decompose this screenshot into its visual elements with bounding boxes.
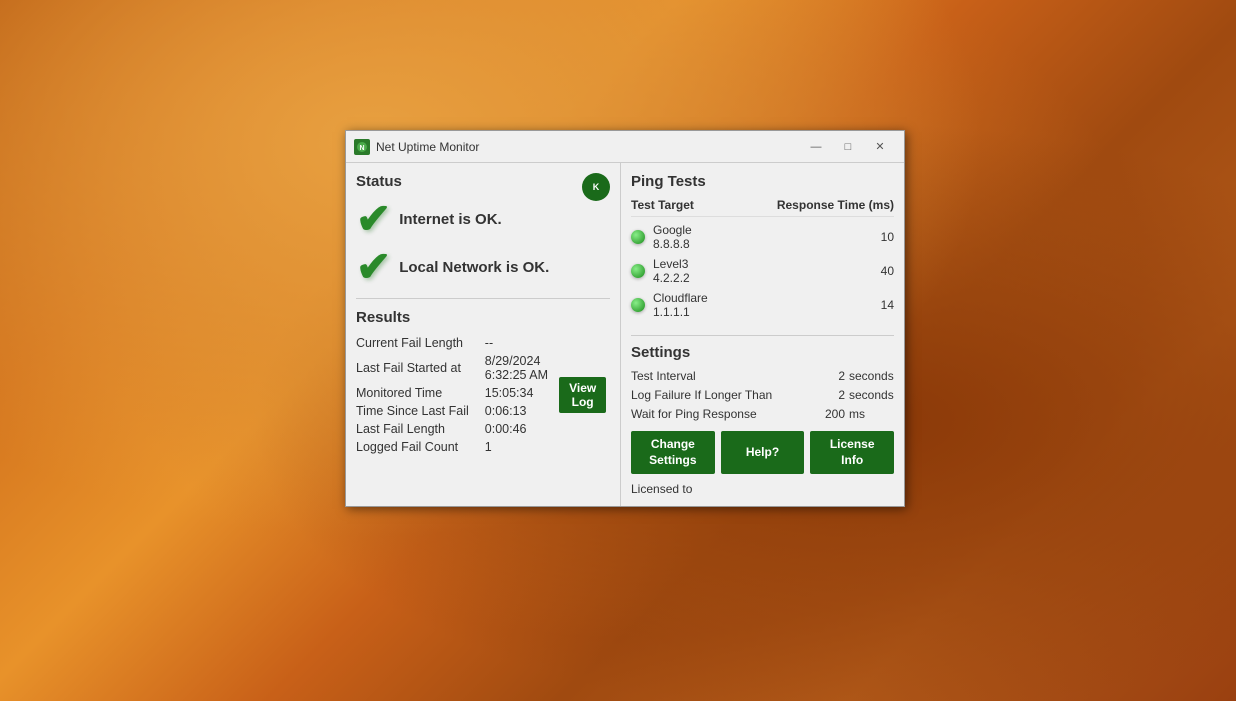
titlebar: N Net Uptime Monitor — □ ✕ <box>346 131 904 163</box>
settings-title: Settings <box>631 344 894 361</box>
left-panel: Status K ✔ Internet is OK. ✔ Local Netwo… <box>346 163 621 506</box>
internet-status-text: Internet is OK. <box>399 211 502 228</box>
wait-ping-row: Wait for Ping Response 200 ms <box>631 407 894 421</box>
test-interval-label: Test Interval <box>631 369 815 383</box>
level3-status-dot <box>631 264 645 278</box>
right-panel: Ping Tests Test Target Response Time (ms… <box>621 163 904 506</box>
minimize-button[interactable]: — <box>800 137 832 157</box>
ping-row-level3: Level3 4.2.2.2 40 <box>631 257 894 285</box>
local-checkmark: ✔ <box>356 246 391 288</box>
log-failure-unit: seconds <box>849 388 894 402</box>
cloudflare-response: 14 <box>864 298 894 312</box>
wait-ping-unit: ms <box>849 407 894 421</box>
license-info-button[interactable]: LicenseInfo <box>810 431 894 474</box>
window-title: Net Uptime Monitor <box>376 140 800 154</box>
ping-row-google: Google 8.8.8.8 10 <box>631 223 894 251</box>
time-since-fail-value: 0:06:13 <box>477 402 553 420</box>
help-button[interactable]: Help? <box>721 431 805 474</box>
ping-header: Test Target Response Time (ms) <box>631 198 894 217</box>
results-title: Results <box>356 309 610 326</box>
ping-tests-title: Ping Tests <box>631 173 894 190</box>
svg-text:K: K <box>593 182 600 192</box>
close-button[interactable]: ✕ <box>864 137 896 157</box>
current-fail-row: Current Fail Length -- ViewLog <box>356 334 610 352</box>
settings-section: Settings Test Interval 2 seconds Log Fai… <box>631 344 894 496</box>
ping-row-cloudflare: Cloudflare 1.1.1.1 14 <box>631 291 894 319</box>
app-icon: N <box>354 139 370 155</box>
current-fail-value: -- <box>477 334 553 352</box>
test-interval-unit: seconds <box>849 369 894 383</box>
log-failure-value: 2 <box>815 388 845 402</box>
monitored-time-value: 15:05:34 <box>477 384 553 402</box>
status-badge: K <box>582 173 610 201</box>
results-table: Current Fail Length -- ViewLog Last Fail… <box>356 334 610 456</box>
logged-fail-count-value: 1 <box>477 438 553 456</box>
ping-col-target: Test Target <box>631 198 694 212</box>
cloudflare-target: Cloudflare 1.1.1.1 <box>653 291 864 319</box>
test-interval-value: 2 <box>815 369 845 383</box>
ping-col-response: Response Time (ms) <box>777 198 894 212</box>
log-failure-label: Log Failure If Longer Than <box>631 388 815 402</box>
licensed-to: Licensed to <box>631 482 894 496</box>
google-status-dot <box>631 230 645 244</box>
window-content: Status K ✔ Internet is OK. ✔ Local Netwo… <box>346 163 904 506</box>
wait-ping-label: Wait for Ping Response <box>631 407 815 421</box>
window-controls: — □ ✕ <box>800 137 896 157</box>
last-fail-length-label: Last Fail Length <box>356 420 477 438</box>
log-failure-row: Log Failure If Longer Than 2 seconds <box>631 388 894 402</box>
status-section: Status K ✔ Internet is OK. ✔ Local Netwo… <box>356 173 610 299</box>
status-items: ✔ Internet is OK. ✔ Local Network is OK. <box>356 198 610 288</box>
logged-fail-count-label: Logged Fail Count <box>356 438 477 456</box>
local-status-text: Local Network is OK. <box>399 259 549 276</box>
level3-response: 40 <box>864 264 894 278</box>
main-window: N Net Uptime Monitor — □ ✕ Status K <box>345 130 905 507</box>
google-name: Google <box>653 223 864 237</box>
cloudflare-status-dot <box>631 298 645 312</box>
view-log-button[interactable]: ViewLog <box>559 377 606 413</box>
last-fail-started-value: 8/29/20246:32:25 AM <box>477 352 553 384</box>
internet-status-item: ✔ Internet is OK. <box>356 198 610 240</box>
google-ip: 8.8.8.8 <box>653 237 864 251</box>
monitored-time-label: Monitored Time <box>356 384 477 402</box>
view-log-cell: ViewLog <box>553 334 610 456</box>
cloudflare-ip: 1.1.1.1 <box>653 305 864 319</box>
change-settings-button[interactable]: ChangeSettings <box>631 431 715 474</box>
test-interval-row: Test Interval 2 seconds <box>631 369 894 383</box>
svg-text:N: N <box>359 145 364 152</box>
internet-checkmark: ✔ <box>356 198 391 240</box>
local-status-item: ✔ Local Network is OK. <box>356 246 610 288</box>
wait-ping-value: 200 <box>815 407 845 421</box>
level3-name: Level3 <box>653 257 864 271</box>
google-target: Google 8.8.8.8 <box>653 223 864 251</box>
status-title: Status <box>356 173 610 190</box>
current-fail-label: Current Fail Length <box>356 334 477 352</box>
last-fail-length-value: 0:00:46 <box>477 420 553 438</box>
level3-target: Level3 4.2.2.2 <box>653 257 864 285</box>
level3-ip: 4.2.2.2 <box>653 271 864 285</box>
google-response: 10 <box>864 230 894 244</box>
last-fail-started-label: Last Fail Started at <box>356 352 477 384</box>
ping-tests-section: Ping Tests Test Target Response Time (ms… <box>631 173 894 336</box>
cloudflare-name: Cloudflare <box>653 291 864 305</box>
time-since-fail-label: Time Since Last Fail <box>356 402 477 420</box>
results-section: Results Current Fail Length -- ViewLog L… <box>356 309 610 456</box>
maximize-button[interactable]: □ <box>832 137 864 157</box>
action-buttons: ChangeSettings Help? LicenseInfo <box>631 431 894 474</box>
